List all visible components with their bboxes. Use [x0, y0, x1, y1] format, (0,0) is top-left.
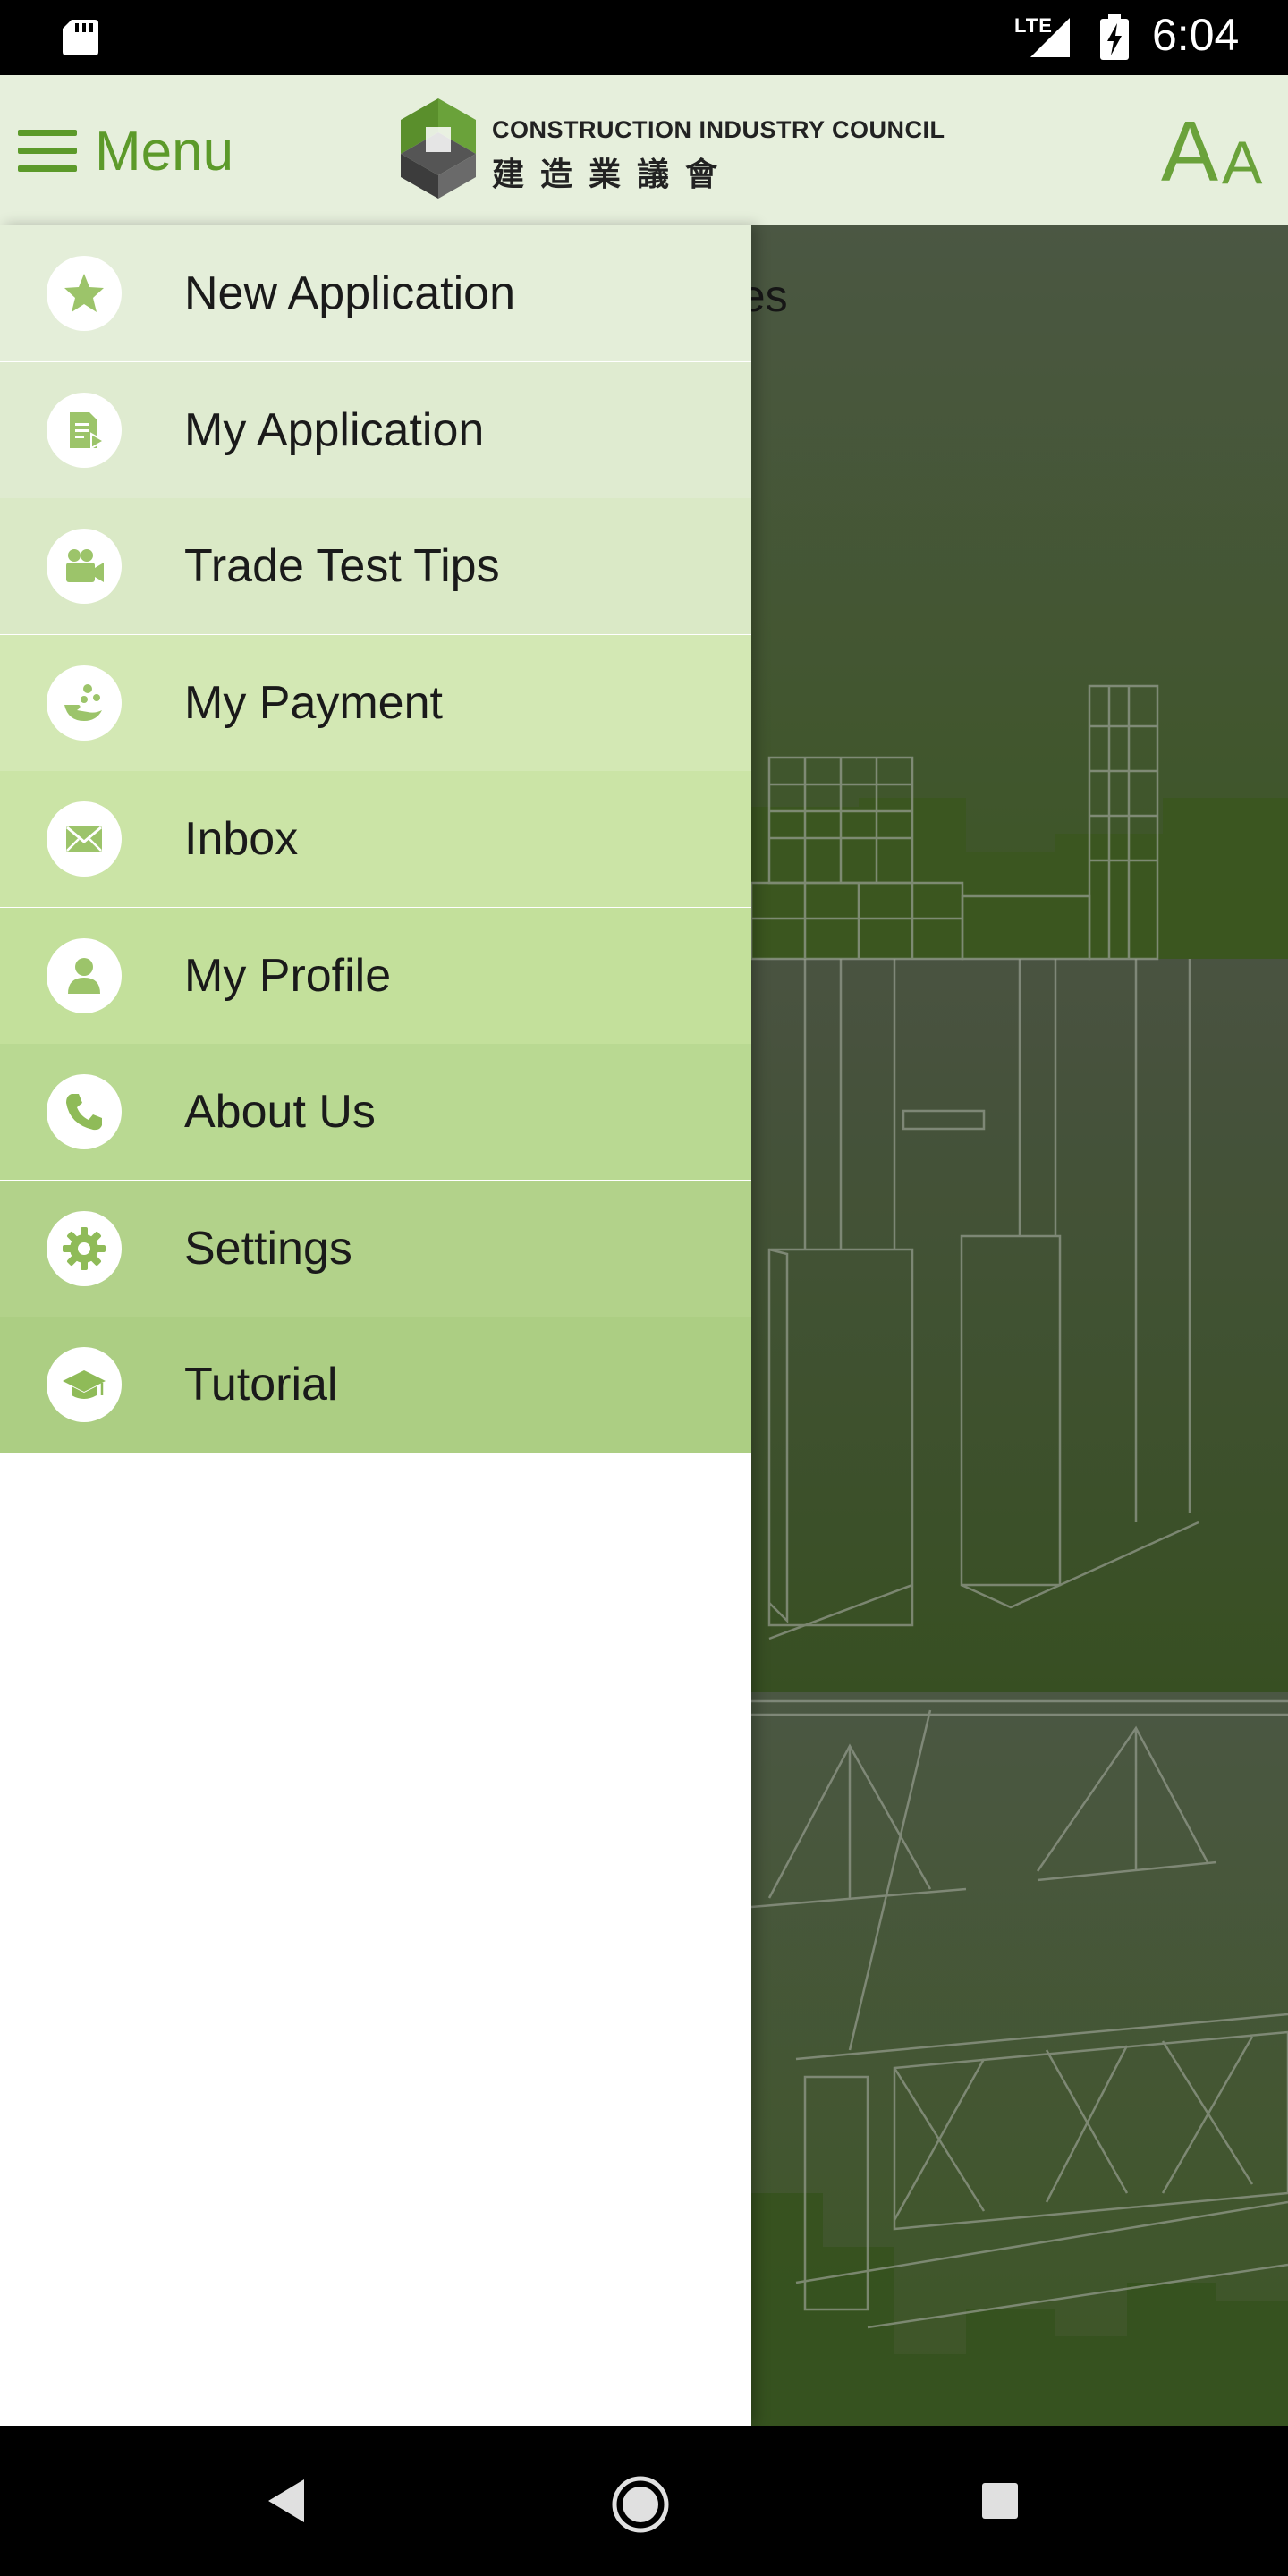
menu-item-settings[interactable]: Settings	[0, 1180, 751, 1317]
menu-item-label: Settings	[184, 1222, 352, 1275]
menu-item-label: My Application	[184, 403, 485, 456]
font-size-small-glyph: A	[1222, 129, 1263, 197]
menu-item-my-payment[interactable]: My Payment	[0, 634, 751, 771]
gear-icon	[63, 1226, 106, 1270]
font-size-button[interactable]: A A	[1159, 107, 1275, 197]
document-icon	[70, 411, 106, 450]
navigation-drawer: New Application My Application Trade Tes…	[0, 225, 751, 2426]
payment-hand-icon	[64, 683, 102, 721]
cic-logo-mark	[401, 98, 476, 199]
graduation-cap-icon	[63, 1370, 106, 1399]
home-icon[interactable]	[610, 2474, 671, 2535]
menu-item-label: New Application	[184, 267, 515, 319]
status-bar: LTE 6:04	[0, 0, 1288, 75]
video-camera-icon	[66, 549, 104, 582]
logo-title-zh: 建造業議會	[492, 156, 734, 192]
menu-item-about-us[interactable]: About Us	[0, 1044, 751, 1180]
menu-item-label: Tutorial	[184, 1359, 338, 1411]
menu-item-label: Trade Test Tips	[184, 540, 500, 592]
menu-button[interactable]: Menu	[18, 111, 233, 191]
hamburger-icon	[18, 130, 77, 172]
battery-charging-icon	[1100, 14, 1129, 60]
clock: 6:04	[1152, 10, 1240, 60]
menu-item-my-application[interactable]: My Application	[0, 361, 751, 498]
font-size-large-glyph: A	[1161, 104, 1219, 199]
envelope-icon	[66, 826, 102, 852]
menu-item-tutorial[interactable]: Tutorial	[0, 1317, 751, 1453]
system-nav-bar	[0, 2426, 1288, 2576]
logo-title-en: CONSTRUCTION INDUSTRY COUNCIL	[492, 116, 945, 143]
menu-item-label: My Profile	[184, 949, 392, 1002]
menu-item-label: About Us	[184, 1086, 376, 1138]
menu-label: Menu	[95, 120, 234, 182]
star-icon	[64, 274, 104, 312]
cic-logo: CONSTRUCTION INDUSTRY COUNCIL 建造業議會	[399, 97, 945, 204]
menu-item-new-application[interactable]: New Application	[0, 225, 751, 361]
back-icon[interactable]	[265, 2476, 309, 2526]
menu-item-trade-test-tips[interactable]: Trade Test Tips	[0, 498, 751, 634]
menu-item-label: Inbox	[184, 813, 299, 865]
recent-apps-icon[interactable]	[980, 2481, 1020, 2521]
sd-card-icon	[63, 20, 98, 55]
signal-icon	[1030, 18, 1070, 57]
menu-item-inbox[interactable]: Inbox	[0, 771, 751, 907]
person-icon	[68, 957, 100, 994]
menu-item-label: My Payment	[184, 676, 443, 729]
menu-item-my-profile[interactable]: My Profile	[0, 907, 751, 1044]
app-bar: Menu CONSTRUCTION INDUSTRY COUNCIL 建造業議會…	[0, 75, 1288, 225]
phone-icon	[66, 1094, 102, 1131]
